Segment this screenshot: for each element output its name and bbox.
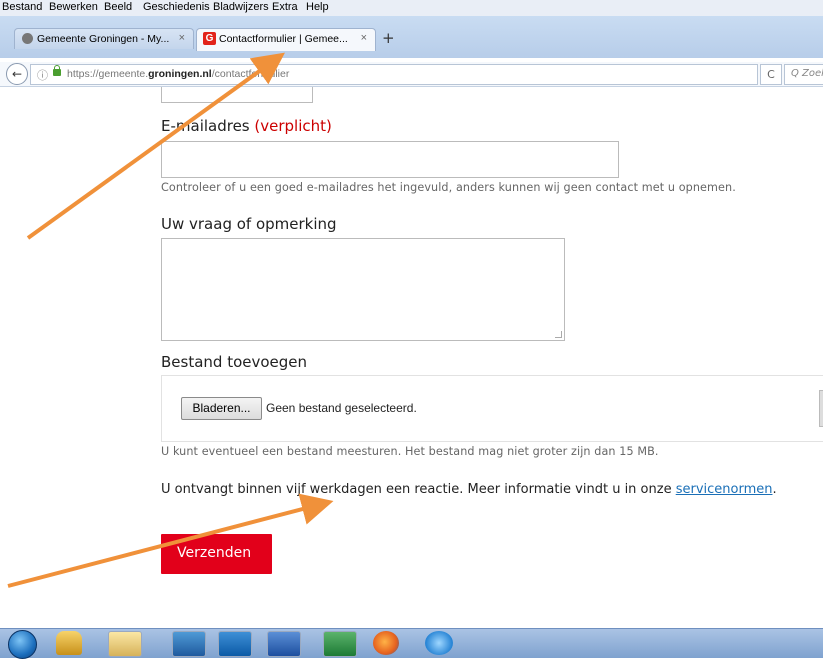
internet-explorer-icon[interactable]: [425, 631, 453, 655]
menu-bewerken[interactable]: Bewerken: [49, 1, 98, 13]
file-label: Bestand toevoegen: [161, 353, 308, 371]
menu-geschiedenis[interactable]: Geschiedenis: [143, 1, 210, 13]
info-icon[interactable]: ⓘ: [37, 67, 48, 83]
question-label: Uw vraag of opmerking: [161, 215, 337, 233]
browse-button[interactable]: Bladeren...: [181, 397, 262, 420]
new-tab-button[interactable]: +: [382, 29, 395, 47]
word-icon[interactable]: [267, 631, 301, 657]
submit-label: Verzenden: [177, 545, 252, 561]
url-bar[interactable]: ⓘ https://gemeente.groningen.nl/contactf…: [30, 64, 758, 85]
menu-bestand[interactable]: Bestand: [2, 1, 42, 13]
file-box-edge: [819, 390, 823, 427]
no-file-text: Geen bestand geselecteerd.: [266, 401, 417, 415]
excel-icon[interactable]: [323, 631, 357, 657]
globe-favicon-icon: [22, 33, 33, 44]
email-label: E-mailadres (verplicht): [161, 117, 332, 135]
menu-beeld[interactable]: Beeld: [104, 1, 132, 13]
servicenormen-link[interactable]: servicenormen: [676, 482, 773, 497]
tab-label: Contactformulier | Gemee...: [219, 33, 348, 45]
lock-icon: [53, 65, 61, 76]
search-box[interactable]: Q Zoeken: [784, 64, 823, 85]
zip-icon[interactable]: [172, 631, 206, 657]
url-text: https://gemeente.groningen.nl/contactfor…: [67, 68, 290, 80]
reload-button[interactable]: C: [760, 64, 782, 85]
menu-bladwijzers[interactable]: Bladwijzers: [213, 1, 269, 13]
back-button[interactable]: ←: [6, 63, 28, 85]
lock-icon[interactable]: [56, 631, 82, 655]
menu-help[interactable]: Help: [306, 1, 329, 13]
file-explorer-icon[interactable]: [108, 631, 142, 657]
submit-button[interactable]: Verzenden: [161, 534, 272, 574]
tab-label: Gemeente Groningen - My...: [37, 33, 170, 45]
close-tab-icon[interactable]: ×: [361, 32, 367, 44]
email-help-text: Controleer of u een goed e-mailadres het…: [161, 181, 736, 194]
previous-field-input[interactable]: [161, 87, 313, 103]
page-content: E-mailadres (verplicht) Controleer of u …: [0, 87, 823, 628]
tab-contactformulier[interactable]: G Contactformulier | Gemee... ×: [196, 28, 376, 51]
menu-extra[interactable]: Extra: [272, 1, 298, 13]
tab-gemeente-groningen[interactable]: Gemeente Groningen - My... ×: [14, 28, 194, 49]
firefox-icon[interactable]: [373, 631, 399, 655]
menu-bar: Bestand Bewerken Beeld Geschiedenis Blad…: [0, 0, 823, 16]
question-textarea[interactable]: [161, 238, 565, 341]
windows-start-icon[interactable]: [8, 630, 37, 659]
gemeente-favicon-icon: G: [203, 32, 216, 45]
response-info-text: U ontvangt binnen vijf werkdagen een rea…: [161, 482, 777, 497]
outlook-icon[interactable]: [218, 631, 252, 657]
email-field[interactable]: [161, 141, 619, 178]
resize-handle-icon[interactable]: [555, 331, 562, 338]
close-tab-icon[interactable]: ×: [179, 32, 185, 44]
file-help-text: U kunt eventueel een bestand meesturen. …: [161, 445, 659, 458]
